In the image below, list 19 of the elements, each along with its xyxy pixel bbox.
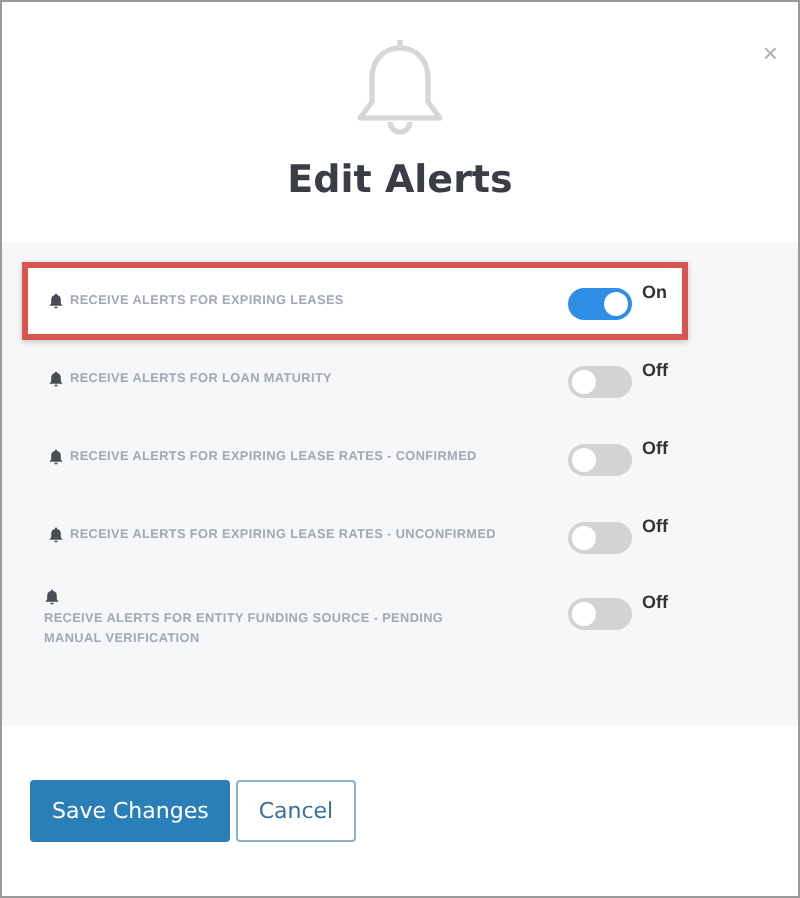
toggle-switch[interactable] xyxy=(568,522,632,554)
bell-icon xyxy=(48,526,64,544)
save-button[interactable]: Save Changes xyxy=(30,780,231,842)
bell-icon xyxy=(44,588,60,606)
toggle-switch[interactable] xyxy=(568,366,632,398)
dialog-title: Edit Alerts xyxy=(287,158,513,202)
toggle-state: On xyxy=(642,282,669,302)
bell-icon xyxy=(48,370,64,388)
toggle-state: Off xyxy=(642,438,670,458)
toggle-switch[interactable] xyxy=(568,288,632,320)
bell-icon xyxy=(48,448,64,466)
toggle-state: Off xyxy=(642,360,670,380)
toggle-state: Off xyxy=(642,516,670,536)
bell-icon xyxy=(48,292,64,310)
toggle-state: Off xyxy=(642,592,670,612)
close-button[interactable]: × xyxy=(762,38,778,68)
toggle-switch[interactable] xyxy=(568,598,632,630)
cancel-button[interactable]: Cancel xyxy=(236,780,356,842)
toggle-switch[interactable] xyxy=(568,444,632,476)
